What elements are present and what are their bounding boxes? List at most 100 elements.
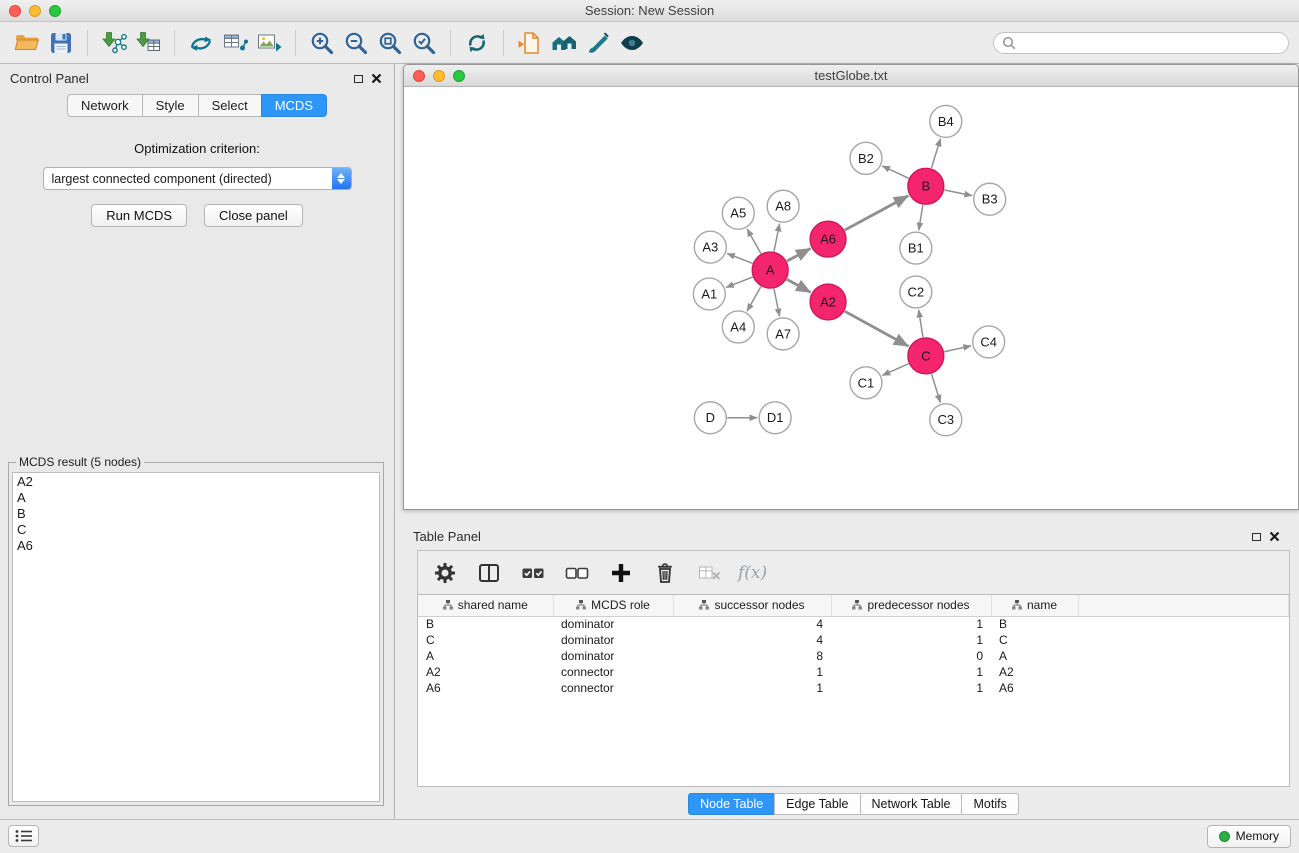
table-row[interactable]: Adominator 80 A [418, 648, 1289, 664]
show-hide-button[interactable] [615, 26, 649, 60]
tab-mcds[interactable]: MCDS [261, 94, 327, 117]
deselect-all-button[interactable] [562, 558, 592, 588]
open-session-file-button[interactable] [513, 26, 547, 60]
run-mcds-button[interactable]: Run MCDS [91, 204, 187, 227]
graph-edge-B-B2[interactable] [882, 166, 908, 178]
graph-node-C1[interactable]: C1 [850, 367, 882, 399]
search-field[interactable] [993, 32, 1289, 54]
graph-edge-A-A1[interactable] [726, 277, 752, 287]
zoom-window-button[interactable] [49, 5, 61, 17]
zoom-network-window-button[interactable] [453, 70, 465, 82]
network-from-selection-button[interactable] [184, 26, 218, 60]
mcds-result-list[interactable]: A2 A B C A6 [12, 472, 380, 802]
memory-button[interactable]: Memory [1207, 825, 1291, 848]
import-table-file-button[interactable] [131, 26, 165, 60]
graph-node-A6[interactable]: A6 [810, 221, 846, 257]
graph-edge-A-A6[interactable] [787, 249, 811, 262]
delete-column-button[interactable] [650, 558, 680, 588]
add-column-button[interactable] [606, 558, 636, 588]
graph-edge-A-A2[interactable] [787, 279, 811, 292]
homes-button[interactable] [547, 26, 581, 60]
table-row[interactable]: A6connector 11 A6 [418, 680, 1289, 696]
style-brush-button[interactable] [581, 26, 615, 60]
table-settings-button[interactable] [430, 558, 460, 588]
zoom-selected-button[interactable] [407, 26, 441, 60]
graph-node-C3[interactable]: C3 [930, 404, 962, 436]
result-item[interactable]: A6 [17, 538, 375, 554]
zoom-out-button[interactable] [339, 26, 373, 60]
column-visibility-button[interactable] [474, 558, 504, 588]
result-item[interactable]: A2 [17, 474, 375, 490]
graph-node-A1[interactable]: A1 [693, 278, 725, 310]
column-header-successor-nodes[interactable]: successor nodes [673, 595, 831, 616]
graph-node-A2[interactable]: A2 [810, 284, 846, 320]
tab-node-table[interactable]: Node Table [688, 793, 775, 815]
graph-node-B2[interactable]: B2 [850, 142, 882, 174]
graph-edge-A-A7[interactable] [774, 289, 780, 317]
graph-node-A3[interactable]: A3 [694, 231, 726, 263]
graph-edge-C-C4[interactable] [944, 346, 971, 352]
apply-layout-button[interactable] [460, 26, 494, 60]
tab-network-table[interactable]: Network Table [860, 793, 963, 815]
close-window-button[interactable] [9, 5, 21, 17]
tab-motifs[interactable]: Motifs [961, 793, 1018, 815]
tab-style[interactable]: Style [142, 94, 199, 117]
delete-table-button[interactable] [694, 558, 724, 588]
minimize-window-button[interactable] [29, 5, 41, 17]
graph-edge-C-C2[interactable] [919, 310, 923, 337]
tab-edge-table[interactable]: Edge Table [774, 793, 860, 815]
save-session-button[interactable] [44, 26, 78, 60]
function-builder-button[interactable]: f(x) [738, 558, 767, 588]
graph-node-C4[interactable]: C4 [973, 326, 1005, 358]
search-input[interactable] [1021, 36, 1280, 50]
graph-node-C[interactable]: C [908, 338, 944, 374]
export-image-button[interactable] [252, 26, 286, 60]
table-row[interactable]: A2connector 11 A2 [418, 664, 1289, 680]
graph-edge-A-A4[interactable] [747, 287, 761, 312]
table-row[interactable]: Cdominator 41 C [418, 632, 1289, 648]
graph-edge-B-B3[interactable] [944, 190, 972, 196]
dropdown-stepper[interactable] [332, 168, 351, 189]
close-network-window-button[interactable] [413, 70, 425, 82]
graph-node-A7[interactable]: A7 [767, 318, 799, 350]
graph-edge-A-A5[interactable] [747, 229, 761, 254]
graph-node-A[interactable]: A [752, 252, 788, 288]
column-header-shared-name[interactable]: shared name [418, 595, 553, 616]
graph-node-B3[interactable]: B3 [974, 183, 1006, 215]
graph-node-C2[interactable]: C2 [900, 276, 932, 308]
table-row[interactable]: Bdominator 41 B [418, 616, 1289, 632]
zoom-in-button[interactable] [305, 26, 339, 60]
graph-edge-C-C1[interactable] [882, 364, 908, 376]
graph-edge-C-C3[interactable] [932, 374, 941, 403]
graph-node-A8[interactable]: A8 [767, 190, 799, 222]
tab-network[interactable]: Network [67, 94, 143, 117]
graph-node-B4[interactable]: B4 [930, 105, 962, 137]
result-item[interactable]: A [17, 490, 375, 506]
graph-edge-A2-C[interactable] [845, 311, 909, 346]
float-panel-icon[interactable] [354, 75, 363, 83]
column-header-mcds-role[interactable]: MCDS role [553, 595, 673, 616]
graph-edge-A6-B[interactable] [845, 196, 909, 230]
open-session-button[interactable] [10, 26, 44, 60]
show-panels-button[interactable] [8, 825, 39, 847]
graph-edge-B-B1[interactable] [919, 205, 923, 230]
graph-edge-B-B4[interactable] [931, 139, 940, 169]
close-panel-button[interactable]: Close panel [204, 204, 303, 227]
minimize-network-window-button[interactable] [433, 70, 445, 82]
column-header-predecessor-nodes[interactable]: predecessor nodes [831, 595, 991, 616]
graph-node-A4[interactable]: A4 [722, 311, 754, 343]
graph-node-B1[interactable]: B1 [900, 232, 932, 264]
close-table-panel-icon[interactable] [1269, 531, 1280, 542]
result-item[interactable]: C [17, 522, 375, 538]
select-all-button[interactable] [518, 558, 548, 588]
graph-node-B[interactable]: B [908, 168, 944, 204]
close-panel-icon[interactable] [371, 73, 382, 84]
network-table-button[interactable] [218, 26, 252, 60]
column-header-name[interactable]: name [991, 595, 1078, 616]
zoom-fit-button[interactable] [373, 26, 407, 60]
tab-select[interactable]: Select [198, 94, 262, 117]
import-network-file-button[interactable] [97, 26, 131, 60]
node-table[interactable]: shared name MCDS role successor nodes [417, 594, 1290, 787]
graph-node-D[interactable]: D [694, 402, 726, 434]
float-table-panel-icon[interactable] [1252, 533, 1261, 541]
